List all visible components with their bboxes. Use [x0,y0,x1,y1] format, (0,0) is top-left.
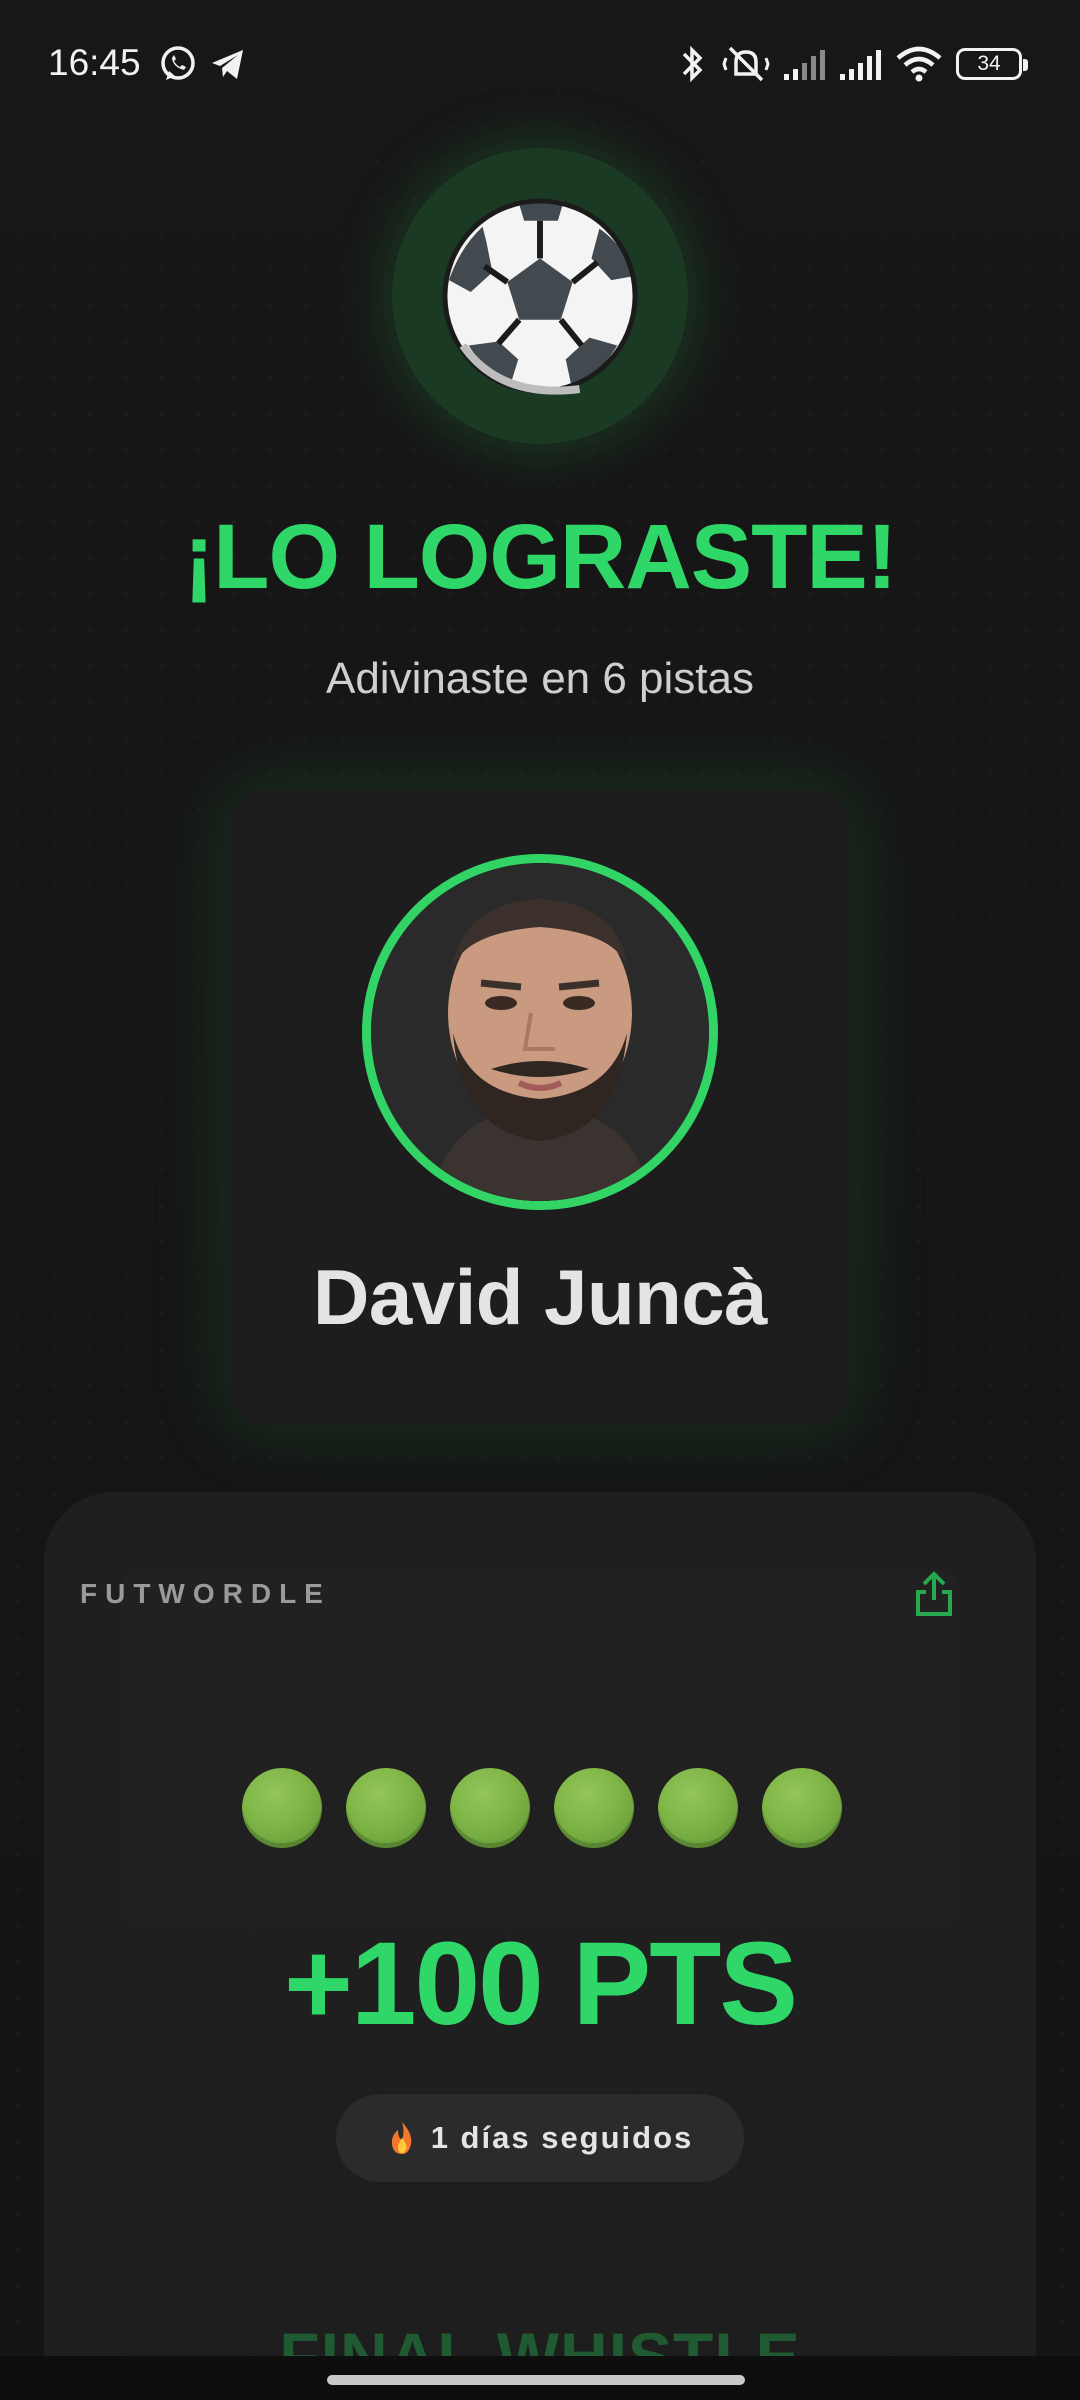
share-icon[interactable] [912,1570,956,1618]
clue-dot [762,1768,842,1848]
status-time: 16:45 [48,42,141,83]
silent-vibrate-icon [722,46,770,82]
wifi-icon [896,46,942,82]
player-photo [371,863,709,1201]
bluetooth-icon [682,45,703,83]
battery-icon: 34 [956,48,1028,80]
clues-used-text: Adivinaste en 6 pistas [325,654,755,703]
soccer-ball-icon [442,198,638,395]
clue-dot [346,1768,426,1848]
streak-badge: 1 días seguidos [336,2094,744,2182]
signal-icon [840,50,881,80]
home-indicator[interactable] [327,2375,745,2385]
points-earned: +100 PTS [283,1918,798,2050]
clue-dot [450,1768,530,1848]
telegram-icon [212,50,243,79]
clue-dots [242,1768,842,1852]
clue-dot [554,1768,634,1848]
signal-icon [784,50,825,80]
whatsapp-icon [161,46,195,80]
status-bar: 16:45 34 [0,0,1080,130]
clue-dot [242,1768,322,1848]
player-card: David Juncà [230,790,850,1425]
player-avatar [362,854,718,1210]
flame-icon [391,2122,412,2154]
brand-label: FUTWORDLE [80,1578,331,1609]
streak-text: 1 días seguidos [430,2120,694,2155]
success-title: ¡LO LOGRASTE! [183,506,898,608]
player-name: David Juncà [312,1253,768,1341]
clue-dot [658,1768,738,1848]
